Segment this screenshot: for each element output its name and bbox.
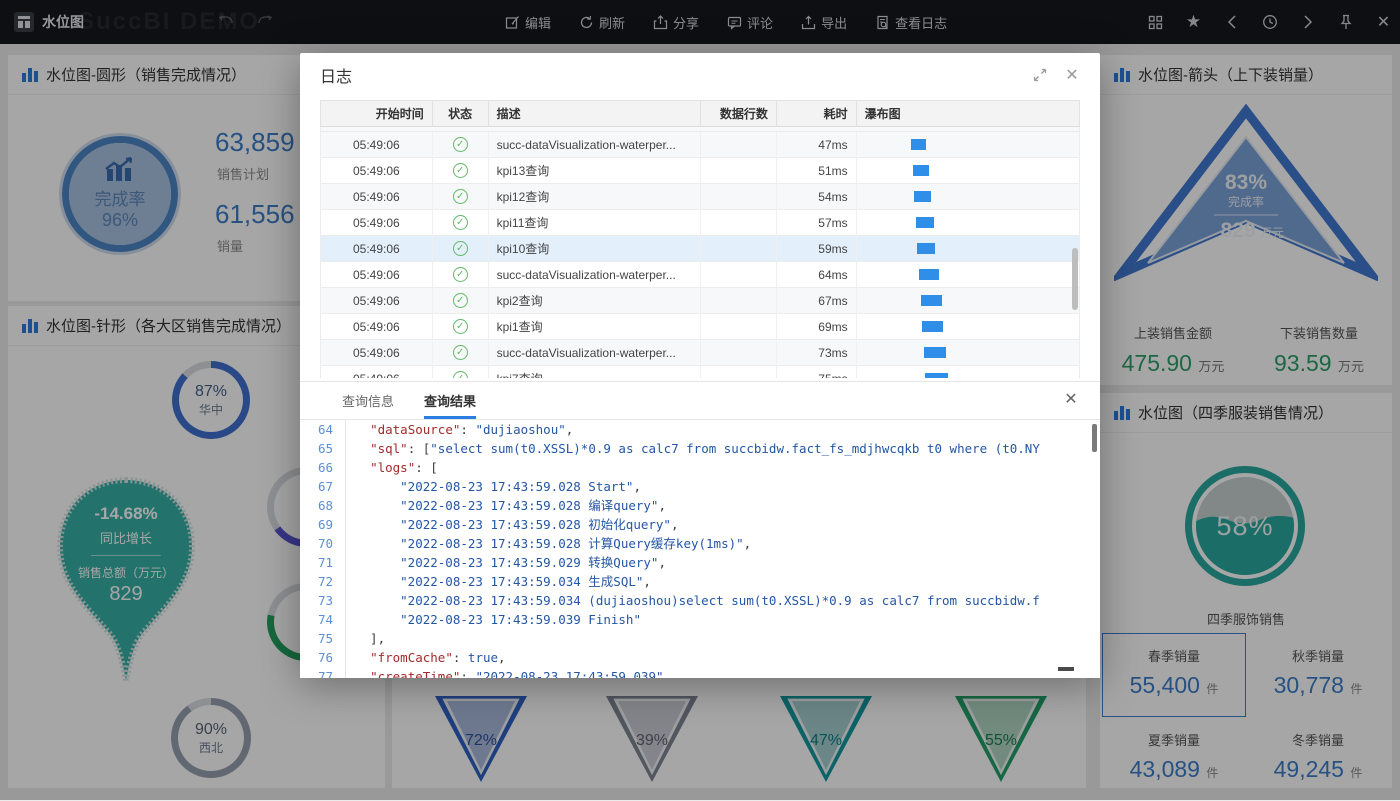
query-result-panel: 查询信息 查询结果 ✕ 64 "dataSource": "dujiaoshou… <box>300 381 1100 677</box>
code-line: 72 "2022-08-23 17:43:59.034 生成SQL", <box>300 572 1100 591</box>
waterfall-bar <box>913 165 929 176</box>
expand-dialog-icon[interactable] <box>1032 67 1048 83</box>
log-table-row[interactable]: 05:49:06 ✓ succ-dataVisualization-waterp… <box>321 340 1079 366</box>
table-scrollbar[interactable] <box>1072 248 1078 310</box>
line-number: 70 <box>300 534 346 553</box>
json-code-viewer[interactable]: 64 "dataSource": "dujiaoshou", 65 "sql":… <box>300 419 1100 678</box>
code-line: 64 "dataSource": "dujiaoshou", <box>300 420 1100 439</box>
line-number: 67 <box>300 477 346 496</box>
query-log-table: 开始时间 状态 描述 数据行数 耗时 瀑布图 05:49:06 ✓ succ-d… <box>320 100 1080 378</box>
waterfall-bar <box>919 269 939 280</box>
col-start-time[interactable]: 开始时间 <box>321 101 433 126</box>
waterfall-bar <box>914 191 931 202</box>
code-line: 71 "2022-08-23 17:43:59.029 转换Query", <box>300 553 1100 572</box>
success-check-icon: ✓ <box>453 345 468 360</box>
log-table-row[interactable]: 05:49:06 ✓ kpi12查询 54ms <box>321 184 1079 210</box>
log-rows: 05:49:06 ✓ succ-dataVisualization-waterp… <box>320 127 1080 378</box>
code-line: 75 ], <box>300 629 1100 648</box>
code-line: 67 "2022-08-23 17:43:59.028 Start", <box>300 477 1100 496</box>
close-dialog-icon[interactable]: ✕ <box>1064 67 1080 83</box>
success-check-icon: ✓ <box>453 163 468 178</box>
log-dialog: 日志 ✕ 开始时间 状态 描述 数据行数 耗时 瀑布图 05:49:06 ✓ s… <box>300 53 1100 677</box>
success-check-icon: ✓ <box>453 189 468 204</box>
waterfall-bar <box>917 243 936 254</box>
waterfall-bar <box>922 321 944 332</box>
line-number: 76 <box>300 648 346 667</box>
success-check-icon: ✓ <box>453 137 468 152</box>
close-result-panel-icon[interactable]: ✕ <box>1062 390 1080 408</box>
line-number: 72 <box>300 572 346 591</box>
code-line: 73 "2022-08-23 17:43:59.034 (dujiaoshou)… <box>300 591 1100 610</box>
col-duration[interactable]: 耗时 <box>777 101 857 126</box>
line-number: 75 <box>300 629 346 648</box>
code-line: 66 "logs": [ <box>300 458 1100 477</box>
waterfall-bar <box>911 139 926 150</box>
line-number: 64 <box>300 420 346 439</box>
success-check-icon: ✓ <box>453 215 468 230</box>
tab-query-info[interactable]: 查询信息 <box>342 382 394 419</box>
col-status[interactable]: 状态 <box>433 101 489 126</box>
line-number: 66 <box>300 458 346 477</box>
code-line: 68 "2022-08-23 17:43:59.028 编译query", <box>300 496 1100 515</box>
success-check-icon: ✓ <box>453 371 468 378</box>
log-table-row[interactable]: 05:49:06 ✓ succ-dataVisualization-waterp… <box>321 262 1079 288</box>
col-row-count[interactable]: 数据行数 <box>701 101 777 126</box>
log-table-row[interactable]: 05:49:06 ✓ kpi11查询 57ms <box>321 210 1079 236</box>
code-line: 74 "2022-08-23 17:43:59.039 Finish" <box>300 610 1100 629</box>
success-check-icon: ✓ <box>453 293 468 308</box>
code-line: 77 "createTime": "2022-08-23 17:43:59.03… <box>300 667 1100 678</box>
col-description[interactable]: 描述 <box>489 101 701 126</box>
log-table-row[interactable]: 05:49:06 ✓ kpi1查询 69ms <box>321 314 1079 340</box>
line-number: 71 <box>300 553 346 572</box>
log-table-row[interactable]: 05:49:06 ✓ kpi2查询 67ms <box>321 288 1079 314</box>
code-horizontal-scrollbar[interactable] <box>1058 667 1074 671</box>
log-table-row[interactable]: 05:49:06 ✓ kpi7查询 75ms <box>321 366 1079 378</box>
line-number: 74 <box>300 610 346 629</box>
waterfall-bar <box>924 347 947 358</box>
line-number: 73 <box>300 591 346 610</box>
waterfall-bar <box>925 373 948 378</box>
code-vertical-scrollbar[interactable] <box>1092 424 1097 452</box>
code-line: 70 "2022-08-23 17:43:59.028 计算Query缓存key… <box>300 534 1100 553</box>
tab-query-result[interactable]: 查询结果 <box>424 382 476 419</box>
waterfall-bar <box>921 295 942 306</box>
col-waterfall[interactable]: 瀑布图 <box>857 101 1079 126</box>
log-table-row[interactable]: 05:49:06 ✓ kpi13查询 51ms <box>321 158 1079 184</box>
code-line: 76 "fromCache": true, <box>300 648 1100 667</box>
code-line: 65 "sql": ["select sum(t0.XSSL)*0.9 as c… <box>300 439 1100 458</box>
success-check-icon: ✓ <box>453 241 468 256</box>
line-number: 77 <box>300 667 346 678</box>
log-table-row[interactable]: 05:49:06 ✓ succ-dataVisualization-waterp… <box>321 132 1079 158</box>
line-number: 68 <box>300 496 346 515</box>
success-check-icon: ✓ <box>453 319 468 334</box>
line-number: 69 <box>300 515 346 534</box>
success-check-icon: ✓ <box>453 267 468 282</box>
waterfall-bar <box>916 217 934 228</box>
line-number: 65 <box>300 439 346 458</box>
code-line: 69 "2022-08-23 17:43:59.028 初始化query", <box>300 515 1100 534</box>
log-table-row[interactable]: 05:49:06 ✓ kpi10查询 59ms <box>321 236 1079 262</box>
dialog-title: 日志 <box>320 63 352 87</box>
